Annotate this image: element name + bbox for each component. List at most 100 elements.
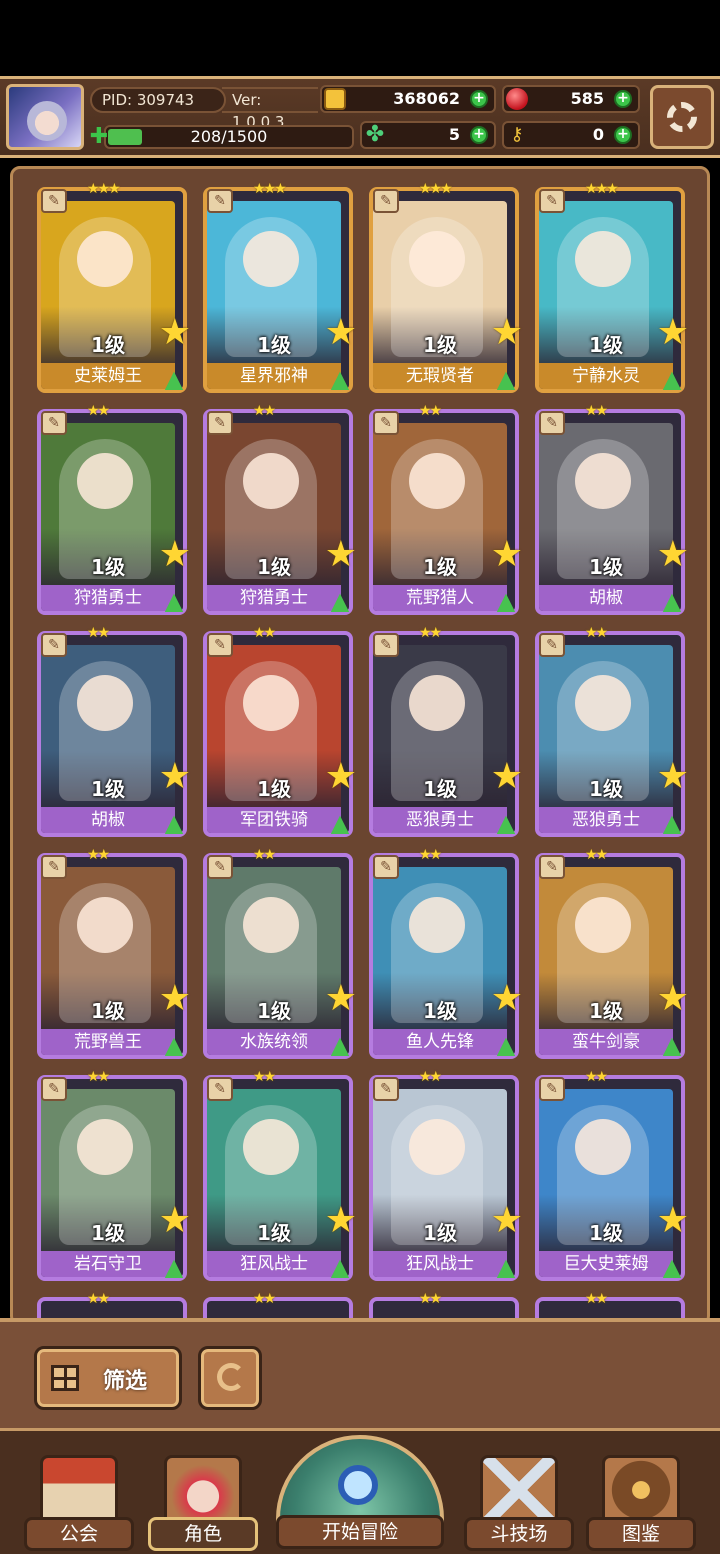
- card-level: 1级: [257, 333, 291, 357]
- grid-icon: [51, 1365, 79, 1391]
- character-card[interactable]: ✎ ★★ 1级 ★ 恶狼勇士 ▲: [535, 625, 689, 837]
- character-card[interactable]: ✎ ★★ 1级 ★ 蛮牛剑豪 ▲: [535, 847, 689, 1059]
- rarity-stars: ★★: [253, 1069, 276, 1085]
- character-card[interactable]: ✎ ★★ 1级 ★ 狂风战士 ▲: [203, 1069, 357, 1281]
- card-name: 蛮牛剑豪: [539, 1029, 673, 1055]
- nav-characters[interactable]: 角色: [148, 1455, 258, 1551]
- character-card[interactable]: ✎ ★★★ 1级 ★ 星界邪神 ▲: [203, 181, 357, 393]
- star-icon: ★: [158, 978, 191, 1019]
- upgrade-arrow-icon[interactable]: ▲: [491, 365, 521, 393]
- start-adventure-button[interactable]: 开始冒险: [276, 1431, 444, 1554]
- rarity-stars: ★★: [419, 847, 442, 863]
- character-head: [77, 675, 133, 731]
- rarity-stars: ★★: [253, 847, 276, 863]
- add-keys-button[interactable]: +: [614, 126, 632, 144]
- nav-codex[interactable]: 图鉴: [586, 1455, 696, 1551]
- nav-arena[interactable]: 斗技场: [464, 1455, 574, 1551]
- upgrade-arrow-icon[interactable]: ▲: [325, 1031, 355, 1059]
- character-head: [77, 897, 133, 953]
- character-card[interactable]: ✎ ★★ 1级 ★ 岩石守卫 ▲: [37, 1069, 191, 1281]
- class-badge-icon: ✎: [41, 189, 67, 213]
- character-grid: ✎ ★★★ 1级 ★ 史莱姆王 ▲ ✎ ★★★ 1级 ★ 星界邪神 ▲ ✎ ★★…: [10, 166, 710, 1326]
- rarity-stars: ★★: [419, 1291, 442, 1307]
- energy-bar: ✚ 208/1500: [90, 125, 354, 149]
- character-card[interactable]: ✎ ★★★ 1级 ★ 史莱姆王 ▲: [37, 181, 191, 393]
- character-card[interactable]: ✎ ★★ 1级 ★ 巨大史莱姆 ▲: [535, 1069, 689, 1281]
- star-icon: ★: [656, 978, 689, 1019]
- class-badge-icon: ✎: [41, 411, 67, 435]
- character-card[interactable]: ✎ ★★ 1级 ★ 胡椒 ▲: [535, 403, 689, 615]
- card-name: 狂风战士: [373, 1251, 507, 1277]
- rarity-stars: ★★: [419, 625, 442, 641]
- star-icon: ★: [490, 312, 523, 353]
- coin-icon: [324, 88, 346, 110]
- clover-icon: ✤: [365, 122, 385, 147]
- card-name: 狩猎勇士: [41, 585, 175, 611]
- upgrade-arrow-icon[interactable]: ▲: [491, 809, 521, 837]
- add-clovers-button[interactable]: +: [470, 126, 488, 144]
- upgrade-arrow-icon[interactable]: ▲: [491, 587, 521, 615]
- character-head: [243, 897, 299, 953]
- star-icon: ★: [656, 534, 689, 575]
- card-name: 无瑕贤者: [373, 363, 507, 389]
- character-card[interactable]: ✎ ★★ 1级 ★ 胡椒 ▲: [37, 625, 191, 837]
- character-card[interactable]: ✎ ★★ 1级 ★ 恶狼勇士 ▲: [369, 625, 523, 837]
- upgrade-arrow-icon[interactable]: ▲: [657, 1253, 687, 1281]
- add-coins-button[interactable]: +: [470, 90, 488, 108]
- upgrade-arrow-icon[interactable]: ▲: [159, 1031, 189, 1059]
- nav-codex-label: 图鉴: [586, 1517, 696, 1551]
- character-card[interactable]: ✎ ★★ 1级 ★ 军团铁骑 ▲: [203, 625, 357, 837]
- character-head: [409, 1119, 465, 1175]
- star-icon: ★: [324, 1200, 357, 1241]
- gear-icon: [667, 102, 697, 132]
- upgrade-arrow-icon[interactable]: ▲: [657, 587, 687, 615]
- upgrade-arrow-icon[interactable]: ▲: [159, 809, 189, 837]
- card-level: 1级: [589, 777, 623, 801]
- upgrade-arrow-icon[interactable]: ▲: [491, 1253, 521, 1281]
- upgrade-arrow-icon[interactable]: ▲: [159, 587, 189, 615]
- card-name: 宁静水灵: [539, 363, 673, 389]
- settings-button[interactable]: [650, 85, 714, 149]
- upgrade-arrow-icon[interactable]: ▲: [325, 587, 355, 615]
- nav-guild[interactable]: 公会: [24, 1455, 134, 1551]
- character-head: [575, 897, 631, 953]
- rarity-stars: ★★: [87, 625, 110, 641]
- upgrade-arrow-icon[interactable]: ▲: [657, 1031, 687, 1059]
- coin-value: 368062: [393, 89, 460, 108]
- nav-arena-label: 斗技场: [464, 1517, 574, 1551]
- character-card[interactable]: ✎ ★★ 1级 ★ 狩猎勇士 ▲: [37, 403, 191, 615]
- upgrade-arrow-icon[interactable]: ▲: [159, 1253, 189, 1281]
- card-level: 1级: [423, 777, 457, 801]
- upgrade-arrow-icon[interactable]: ▲: [657, 365, 687, 393]
- character-card[interactable]: ✎ ★★★ 1级 ★ 无瑕贤者 ▲: [369, 181, 523, 393]
- character-head: [409, 897, 465, 953]
- character-card[interactable]: ✎ ★★ 1级 ★ 荒野猎人 ▲: [369, 403, 523, 615]
- card-name: 岩石守卫: [41, 1251, 175, 1277]
- upgrade-arrow-icon[interactable]: ▲: [491, 1031, 521, 1059]
- class-badge-icon: ✎: [373, 855, 399, 879]
- upgrade-arrow-icon[interactable]: ▲: [325, 365, 355, 393]
- filter-button[interactable]: 筛选: [34, 1346, 182, 1410]
- add-gems-button[interactable]: +: [614, 90, 632, 108]
- player-avatar[interactable]: [6, 84, 84, 150]
- crossed-swords-icon: [480, 1455, 558, 1525]
- star-icon: ★: [158, 312, 191, 353]
- rarity-stars: ★★: [87, 1069, 110, 1085]
- character-card[interactable]: ✎ ★★ 1级 ★ 狂风战士 ▲: [369, 1069, 523, 1281]
- upgrade-arrow-icon[interactable]: ▲: [325, 809, 355, 837]
- character-card[interactable]: ✎ ★★ 1级 ★ 水族统领 ▲: [203, 847, 357, 1059]
- class-badge-icon: ✎: [41, 855, 67, 879]
- nav-characters-label: 角色: [148, 1517, 258, 1551]
- class-badge-icon: ✎: [207, 189, 233, 213]
- character-card[interactable]: ✎ ★★★ 1级 ★ 宁静水灵 ▲: [535, 181, 689, 393]
- character-card[interactable]: ✎ ★★ 1级 ★ 狩猎勇士 ▲: [203, 403, 357, 615]
- player-id: PID: 309743: [90, 87, 226, 113]
- character-card[interactable]: ✎ ★★ 1级 ★ 荒野兽王 ▲: [37, 847, 191, 1059]
- avatar-portrait: [27, 101, 67, 141]
- character-card[interactable]: ✎ ★★ 1级 ★ 鱼人先锋 ▲: [369, 847, 523, 1059]
- upgrade-arrow-icon[interactable]: ▲: [657, 809, 687, 837]
- upgrade-arrow-icon[interactable]: ▲: [325, 1253, 355, 1281]
- upgrade-arrow-icon[interactable]: ▲: [159, 365, 189, 393]
- refresh-button[interactable]: [198, 1346, 262, 1410]
- nav-guild-label: 公会: [24, 1517, 134, 1551]
